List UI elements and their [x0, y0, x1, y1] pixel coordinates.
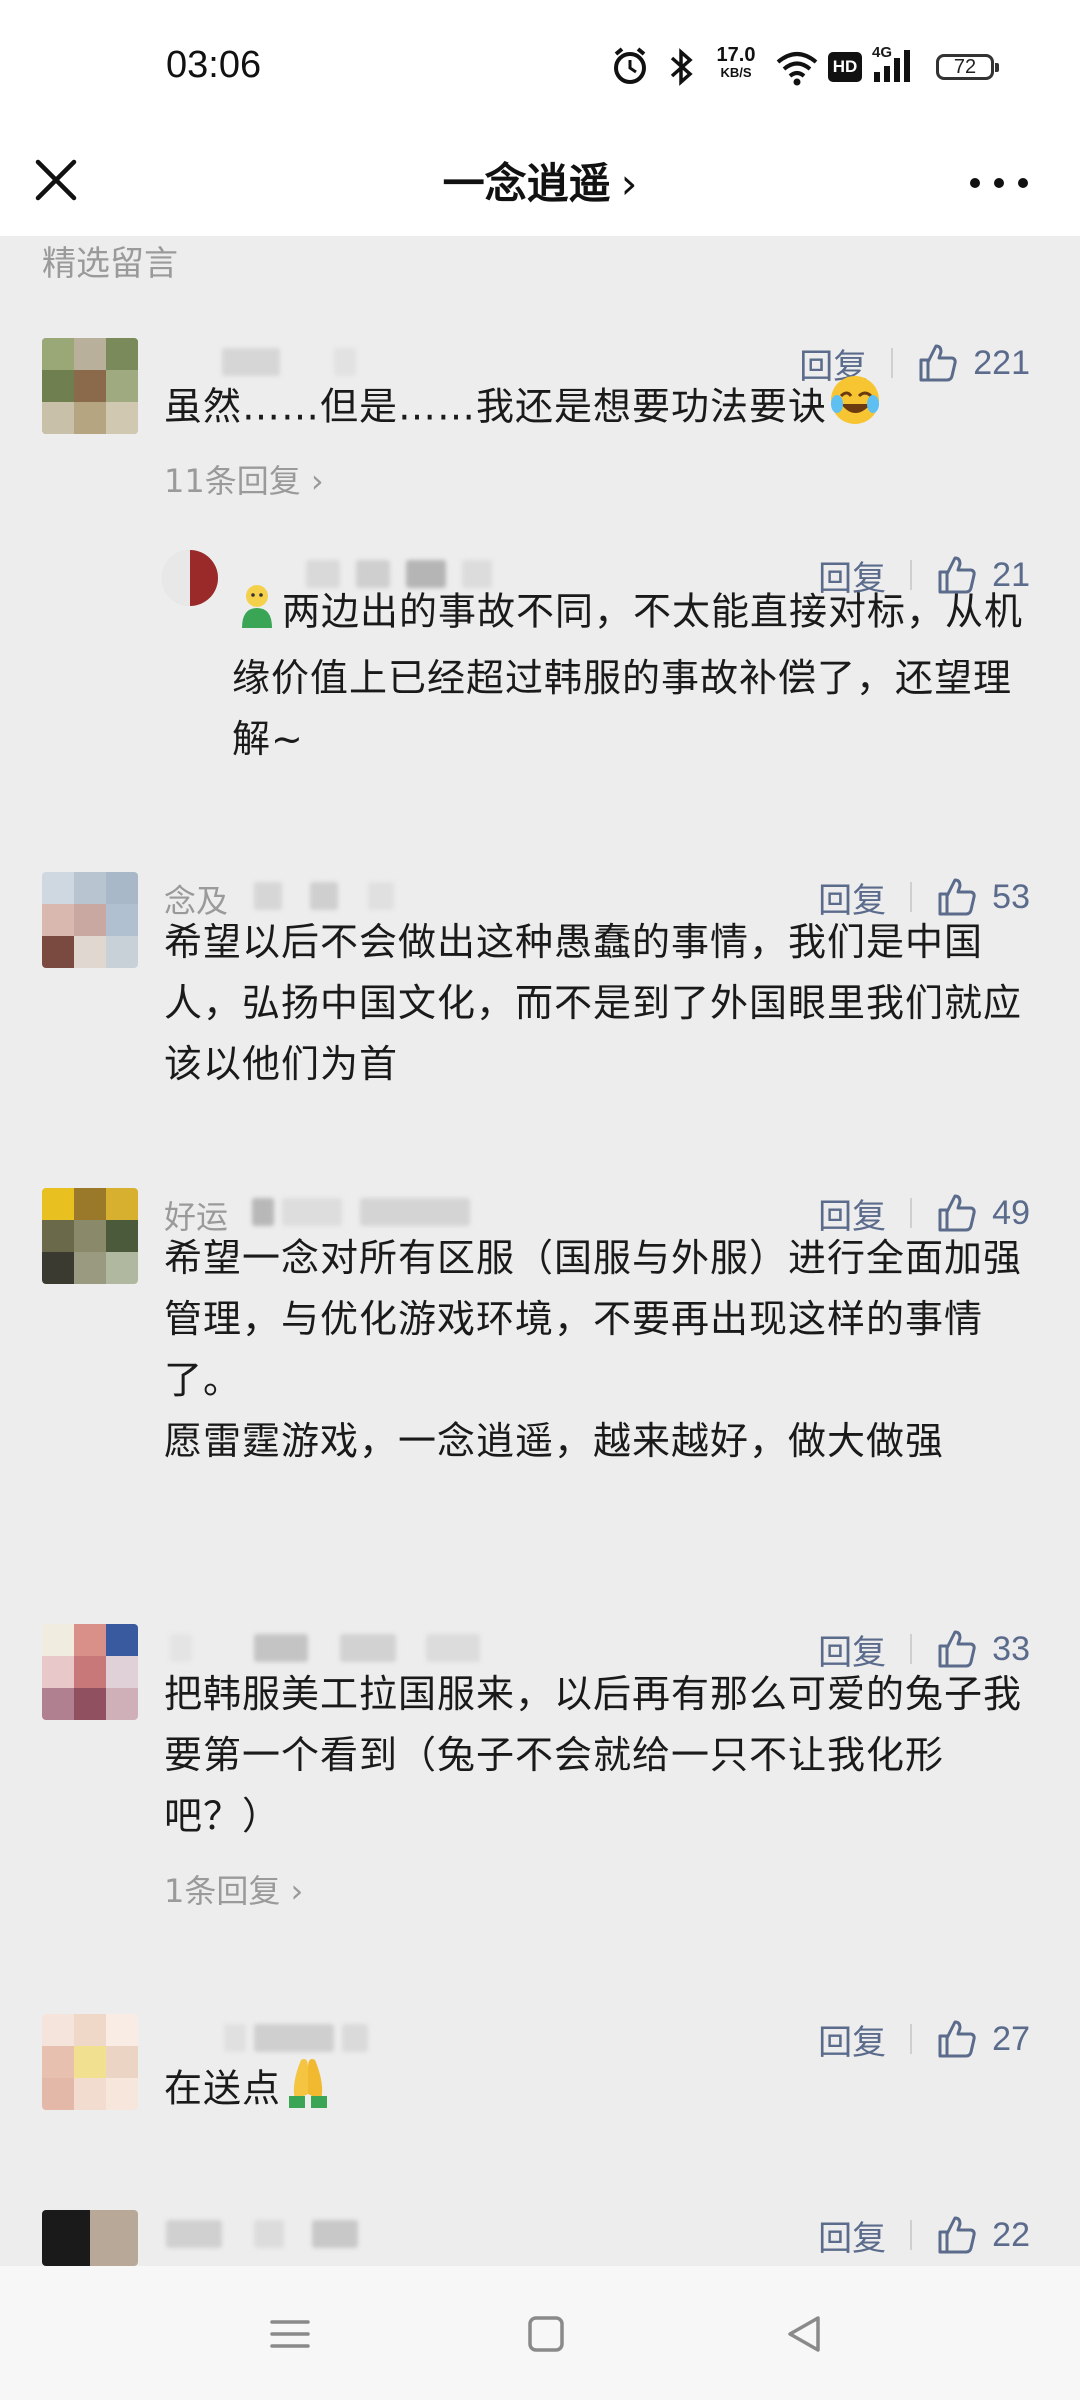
divider [910, 1198, 913, 1228]
status-bar: 03:06 17.0 KB/S HD 4G 72 [0, 0, 1080, 130]
comment-text-content: 两边出的事故不同，不太能直接对标，从机缘价值上已经超过韩服的事故补偿了，还望理解… [232, 589, 1024, 762]
back-icon[interactable] [780, 2310, 828, 2358]
divider [910, 882, 913, 912]
wifi-icon [776, 52, 818, 86]
like-count: 27 [992, 2019, 1030, 2058]
divider [910, 1634, 913, 1664]
like-count: 33 [992, 1629, 1030, 1668]
comment-paragraph: 愿雷霆游戏，一念逍遥，越来越好，做大做强 [164, 1419, 945, 1463]
section-label: 精选留言 [42, 244, 178, 284]
net-speed-unit: KB/S [720, 65, 752, 80]
comment-text: 在送点 [164, 2054, 1024, 2128]
green-figure-emoji [232, 580, 282, 648]
comment-item: 回复 27 在送点 [0, 2014, 1080, 2154]
comment-item: 回复 33 把韩服美工拉国服来，以后再有那么可爱的兔子我要第一个看到（兔子不会就… [0, 1624, 1080, 1944]
comment-text: 虽然……但是……我还是想要功法要诀 [164, 372, 1024, 446]
bluetooth-icon [670, 48, 693, 86]
signal-icon: 4G [872, 44, 924, 90]
home-icon[interactable] [522, 2310, 570, 2358]
like-count: 22 [992, 2215, 1030, 2254]
battery-level: 72 [953, 56, 977, 78]
comment-text: 希望一念对所有区服（国服与外服）进行全面加强管理，与优化游戏环境，不要再出现这样… [164, 1228, 1024, 1472]
divider [910, 2024, 913, 2054]
comment-item: 回复 22 [0, 2210, 1080, 2266]
divider [910, 2220, 913, 2250]
chevron-right-icon: › [620, 159, 638, 208]
comment-actions: 回复 22 [818, 2210, 1030, 2260]
comment-item: 念及 回复 53 希望以后不会做出这种愚蠢的事情，我们是中国人，弘扬中国文化，而… [0, 872, 1080, 1112]
avatar[interactable] [42, 2014, 138, 2110]
comment-paragraph: 希望一念对所有区服（国服与外服）进行全面加强管理，与优化游戏环境，不要再出现这样… [164, 1236, 1023, 1402]
avatar[interactable] [42, 1188, 138, 1284]
avatar[interactable] [42, 2210, 138, 2266]
more-icon[interactable] [970, 158, 1040, 208]
comment-item: 回复 221 虽然……但是……我还是想要功法要诀 11条回复 › 回复 21 两… [0, 338, 1080, 761]
comment-text-content: 虽然……但是……我还是想要功法要诀 [164, 384, 828, 429]
like-count: 49 [992, 1193, 1030, 1232]
menu-icon[interactable] [266, 2310, 314, 2358]
status-time: 03:06 [166, 44, 262, 86]
like-button[interactable]: 22 [936, 2214, 1030, 2256]
page-title[interactable]: 一念逍遥 › [0, 150, 1080, 211]
comment-text: 把韩服美工拉国服来，以后再有那么可爱的兔子我要第一个看到（兔子不会就给一只不让我… [164, 1672, 1023, 1838]
reply-button[interactable]: 回复 [818, 2211, 886, 2260]
view-replies-link[interactable]: 1条回复 › [164, 1866, 303, 1912]
author-reply: 回复 21 两边出的事故不同，不太能直接对标，从机缘价值上已经超过韩服的事故补偿… [0, 550, 1080, 770]
net-speed: 17.0 KB/S [710, 44, 762, 82]
like-count: 53 [992, 877, 1030, 916]
thumbs-up-icon [938, 2216, 976, 2254]
view-replies-link[interactable]: 11条回复 › [164, 456, 324, 502]
laughing-crying-emoji [827, 372, 883, 446]
comment-text: 希望以后不会做出这种愚蠢的事情，我们是中国人，弘扬中国文化，而不是到了外国眼里我… [164, 920, 1023, 1086]
network-type: 4G [872, 44, 893, 61]
system-nav-bar [0, 2266, 1080, 2400]
avatar[interactable] [42, 872, 138, 968]
hd-icon: HD [828, 52, 862, 82]
comment-text: 两边出的事故不同，不太能直接对标，从机缘价值上已经超过韩服的事故补偿了，还望理解… [232, 580, 1032, 770]
comments-list: 精选留言 回复 221 虽然……但是……我还是想要功法要诀 11条回复 › 回复… [0, 236, 1080, 2266]
comment-item: 好运 回复 49 希望一念对所有区服（国服与外服）进行全面加强管理，与优化游戏环… [0, 1188, 1080, 1508]
nav-bar: 一念逍遥 › [0, 130, 1080, 236]
comment-text-content: 在送点 [164, 2066, 282, 2111]
alarm-icon [614, 47, 646, 84]
page-title-text: 一念逍遥 [442, 159, 611, 208]
avatar[interactable] [162, 550, 218, 606]
avatar[interactable] [42, 338, 138, 434]
net-speed-value: 17.0 [716, 44, 756, 66]
battery-icon: 72 [936, 54, 999, 80]
pray-emoji [281, 2054, 335, 2128]
avatar[interactable] [42, 1624, 138, 1720]
